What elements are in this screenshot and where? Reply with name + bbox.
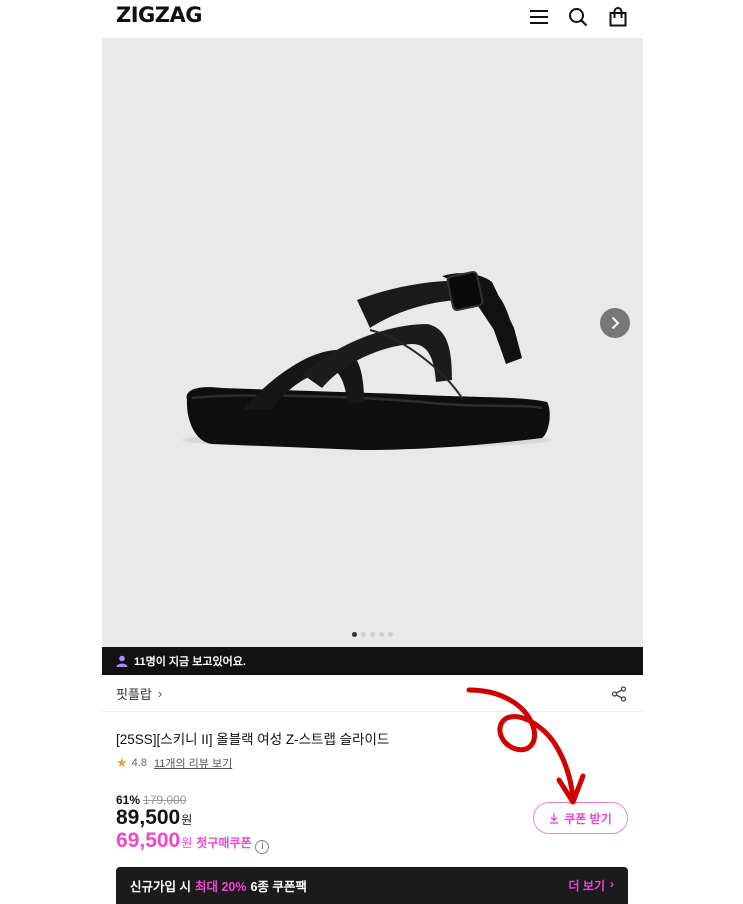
first-purchase-coupon-label: 첫구매쿠폰 <box>196 836 252 850</box>
banner-highlight: 최대 20% <box>194 880 247 894</box>
get-coupon-label: 쿠폰 받기 <box>564 811 612 826</box>
coupon-price: 69,500 <box>116 829 181 852</box>
coupon-price-row: 69,500 원 첫구매쿠폰 i <box>116 829 270 854</box>
banner-more-link[interactable]: 더 보기 › <box>569 877 614 894</box>
live-viewers-bar: 11명이 지금 보고있어요. <box>102 647 643 675</box>
currency-unit: 원 <box>181 836 193 850</box>
next-image-button[interactable] <box>600 308 630 338</box>
sale-price: 89,500 <box>116 806 181 829</box>
product-title: [25SS][스키니 II] 올블랙 여성 Z-스트랩 슬라이드 <box>116 732 390 747</box>
chevron-right-icon: › <box>157 686 163 701</box>
share-icon[interactable] <box>611 686 627 702</box>
chevron-right-icon <box>611 316 620 330</box>
shopping-bag-icon[interactable] <box>606 5 630 29</box>
menu-icon[interactable] <box>527 5 551 29</box>
sale-price-row: 89,500 원 <box>116 806 192 830</box>
pagination-dot[interactable] <box>361 632 366 637</box>
rating-value: 4.8 <box>131 757 147 769</box>
banner-more-label: 더 보기 <box>568 879 605 893</box>
pagination-dot[interactable] <box>379 632 384 637</box>
pagination-dot[interactable] <box>388 632 393 637</box>
reviews-link[interactable]: 11개의 리뷰 보기 <box>154 755 232 771</box>
zigzag-logo[interactable]: ZIGZAG <box>116 3 203 27</box>
chevron-right-icon: › <box>610 877 614 891</box>
currency-unit: 원 <box>181 813 193 827</box>
brand-link[interactable]: 핏플랍 <box>116 684 152 703</box>
product-image-gallery[interactable] <box>102 38 643 647</box>
viewers-text: 11명이 지금 보고있어요. <box>134 656 246 668</box>
pagination-dot-active[interactable] <box>352 632 357 637</box>
info-icon[interactable]: i <box>255 839 270 854</box>
annotation-arrow <box>466 687 586 805</box>
pagination-dot[interactable] <box>370 632 375 637</box>
discount-row: 61% 179,000 <box>116 793 186 807</box>
banner-text-pre: 신규가입 시 <box>130 880 191 894</box>
discount-percent: 61% <box>116 793 141 807</box>
gallery-pagination-dots <box>102 632 643 637</box>
download-icon <box>550 813 559 824</box>
original-price: 179,000 <box>143 793 187 807</box>
product-image-sandal <box>182 270 552 450</box>
signup-coupon-banner[interactable]: 신규가입 시 최대 20% 6종 쿠폰팩 더 보기 › <box>116 867 628 904</box>
person-icon <box>116 655 128 667</box>
star-icon: ★ <box>116 755 128 770</box>
product-rating: ★ 4.8 11개의 리뷰 보기 <box>116 755 232 771</box>
search-icon[interactable] <box>566 5 590 29</box>
banner-text-post: 6종 쿠폰팩 <box>250 880 307 894</box>
app-header: ZIGZAG <box>102 0 643 38</box>
